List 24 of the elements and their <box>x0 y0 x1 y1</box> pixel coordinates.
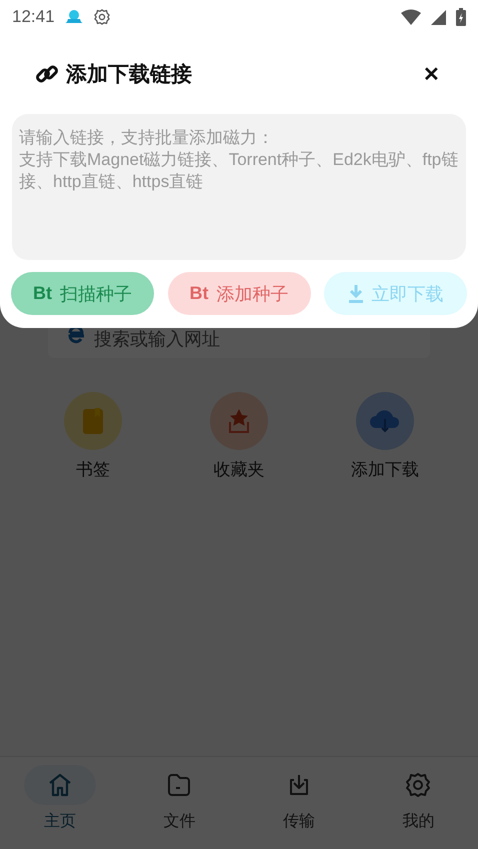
signal-icon <box>431 10 446 24</box>
placeholder-text: 支持下载Magnet磁力链接、Torrent种子、Ed2k电驴、ftp链接、http直链、https直链 <box>19 149 459 193</box>
status-time: 12:41 <box>12 7 55 27</box>
add-torrent-button[interactable]: Bt 添加种子 <box>168 272 310 315</box>
shortcut-label: 添加下载 <box>351 459 419 481</box>
bt-icon: Bt <box>33 283 52 304</box>
wifi-icon <box>401 9 421 25</box>
dialog-title: 添加下载链接 <box>66 62 192 88</box>
scan-torrent-button[interactable]: Bt 扫描种子 <box>11 272 154 315</box>
shortcut-label: 书签 <box>76 459 110 481</box>
download-icon <box>348 284 364 304</box>
battery-icon <box>456 8 466 26</box>
download-now-button[interactable]: 立即下载 <box>324 272 467 315</box>
nav-tab[interactable]: 传输 <box>258 765 339 832</box>
placeholder-text: 请输入链接，支持批量添加磁力： <box>19 127 275 149</box>
search-placeholder: 搜索或输入网址 <box>94 328 220 351</box>
settings-icon <box>404 771 432 799</box>
close-button[interactable]: ✕ <box>419 62 444 86</box>
shortcut-label: 收藏夹 <box>214 459 264 481</box>
nav-tab[interactable]: 我的 <box>378 765 458 832</box>
link-input-field[interactable]: 请输入链接，支持批量添加磁力： 支持下载Magnet磁力链接、Torrent种子、Ed2k电驴、ftp链接、http直链、https直链 <box>12 114 466 260</box>
settings-icon <box>92 8 111 26</box>
bt-icon: Bt <box>190 283 208 304</box>
nav-tab[interactable]: 文件 <box>139 765 220 832</box>
